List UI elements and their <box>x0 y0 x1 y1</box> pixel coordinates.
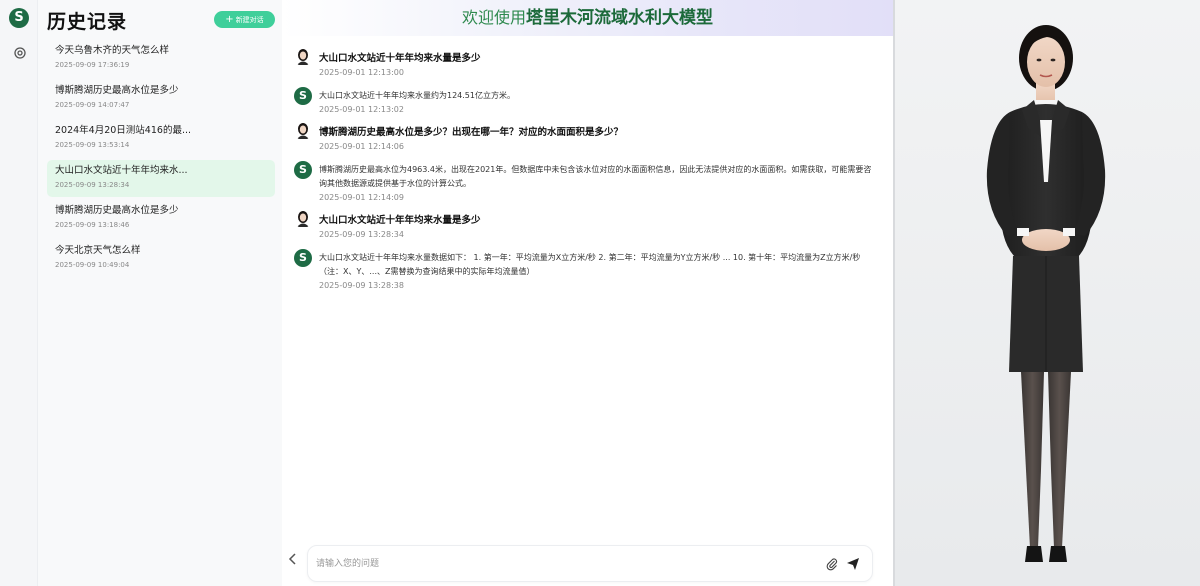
message-text: 博斯腾湖历史最高水位为4963.4米，出现在2021年。但数据库中未包含该水位对… <box>319 165 872 188</box>
message-time: 2025-09-01 12:14:06 <box>319 142 404 151</box>
welcome-banner: 欢迎使用塔里木河流域水利大模型 <box>282 0 893 36</box>
message-time: 2025-09-01 12:13:00 <box>319 68 404 77</box>
history-item[interactable]: 今天乌鲁木齐的天气怎么样 2025-09-09 17:36:19 <box>47 40 275 77</box>
send-icon[interactable] <box>846 557 860 571</box>
history-item-time: 2025-09-09 13:18:46 <box>55 221 130 229</box>
settings-icon[interactable] <box>13 46 27 60</box>
history-item-time: 2025-09-09 17:36:19 <box>55 61 130 69</box>
history-item-question: 博斯腾湖历史最高水位是多少 <box>55 85 179 96</box>
message-text: 博斯腾湖历史最高水位是多少？出现在哪一年？对应的水面面积是多少？ <box>319 127 624 138</box>
history-title: 历史记录 <box>47 11 128 33</box>
assistant-message: S 大山口水文站近十年年均来水量数据如下： 1. 第一年：平均流量为X立方米/秒 … <box>294 247 874 290</box>
plus-icon: + <box>225 13 234 25</box>
question-input[interactable] <box>316 556 806 572</box>
user-message: 大山口水文站近十年年均来水量是多少 2025-09-01 12:13:00 <box>294 46 874 77</box>
history-item-time: 2025-09-09 13:53:14 <box>55 141 130 149</box>
history-item[interactable]: 2024年4月20日测站416的最... 2025-09-09 13:53:14 <box>47 120 275 157</box>
banner-model-name: 塔里木河流域水利大模型 <box>526 8 713 28</box>
history-sidebar: 历史记录 + 新建对话 今天乌鲁木齐的天气怎么样 2025-09-09 17:36… <box>38 0 282 586</box>
digital-human-avatar <box>986 25 1106 562</box>
history-item-question: 大山口水文站近十年年均来水... <box>55 165 188 176</box>
message-time: 2025-09-01 12:14:09 <box>319 193 404 202</box>
chat-main: 欢迎使用塔里木河流域水利大模型 大山口水文站近十年年均来水量是多少 2025-09… <box>282 0 893 586</box>
history-item[interactable]: 博斯腾湖历史最高水位是多少 2025-09-09 13:18:46 <box>47 200 275 237</box>
message-time: 2025-09-09 13:28:38 <box>319 281 404 290</box>
history-item[interactable]: 今天北京天气怎么样 2025-09-09 10:49:04 <box>47 240 275 277</box>
user-message: 博斯腾湖历史最高水位是多少？出现在哪一年？对应的水面面积是多少？ 2025-09-… <box>294 120 874 151</box>
history-list: 今天乌鲁木齐的天气怎么样 2025-09-09 17:36:19 博斯腾湖历史最高水… <box>47 40 275 280</box>
assistant-message: S 博斯腾湖历史最高水位为4963.4米，出现在2021年。但数据库中未包含该水位… <box>294 159 874 202</box>
paperclip-icon[interactable] <box>825 557 839 571</box>
message-time: 2025-09-01 12:13:02 <box>319 105 404 114</box>
history-item-time: 2025-09-09 13:28:34 <box>55 181 130 189</box>
assistant-message: S 大山口水文站近十年年均来水量约为124.51亿立方米。 2025-09-01 1… <box>294 85 874 114</box>
history-item[interactable]: 博斯腾湖历史最高水位是多少 2025-09-09 14:07:47 <box>47 80 275 117</box>
user-message: 大山口水文站近十年年均来水量是多少 2025-09-09 13:28:34 <box>294 208 874 239</box>
history-item[interactable]: 大山口水文站近十年年均来水... 2025-09-09 13:28:34 <box>47 160 275 197</box>
history-item-question: 今天北京天气怎么样 <box>55 245 141 256</box>
message-time: 2025-09-09 13:28:34 <box>319 230 404 239</box>
user-avatar-icon <box>294 48 312 66</box>
assistant-avatar-icon: S <box>294 87 312 105</box>
message-text: 大山口水文站近十年年均来水量是多少 <box>319 53 481 64</box>
message-text: 大山口水文站近十年年均来水量约为124.51亿立方米。 <box>319 91 515 100</box>
new-chat-button[interactable]: + 新建对话 <box>214 11 275 28</box>
history-item-question: 2024年4月20日测站416的最... <box>55 125 192 136</box>
user-avatar-icon <box>294 210 312 228</box>
assistant-avatar-icon: S <box>294 161 312 179</box>
banner-prefix: 欢迎使用 <box>461 8 526 27</box>
history-item-time: 2025-09-09 10:49:04 <box>55 261 130 269</box>
user-avatar-icon <box>294 122 312 140</box>
app-logo-icon: S <box>9 8 29 28</box>
assistant-avatar-icon: S <box>294 249 312 267</box>
history-item-time: 2025-09-09 14:07:47 <box>55 101 130 109</box>
digital-human-panel <box>893 0 1200 586</box>
new-chat-label: 新建对话 <box>235 15 264 24</box>
history-item-question: 博斯腾湖历史最高水位是多少 <box>55 205 179 216</box>
icon-rail: S <box>0 0 38 586</box>
history-item-question: 今天乌鲁木齐的天气怎么样 <box>55 45 170 56</box>
chevron-left-icon[interactable] <box>287 551 299 567</box>
message-text: 大山口水文站近十年年均来水量数据如下： 1. 第一年：平均流量为X立方米/秒 2… <box>319 253 861 276</box>
chat-input-box <box>307 545 873 582</box>
message-list: 大山口水文站近十年年均来水量是多少 2025-09-01 12:13:00 S 大山口… <box>294 46 874 290</box>
message-text: 大山口水文站近十年年均来水量是多少 <box>319 215 481 226</box>
